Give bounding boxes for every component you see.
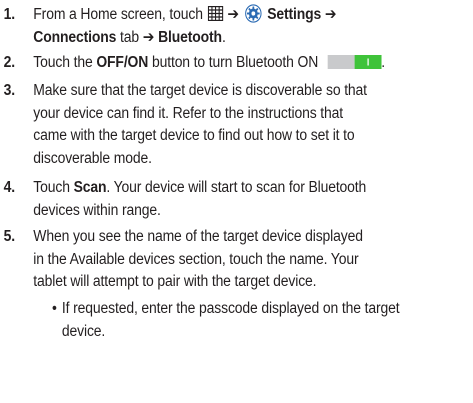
step-number: 3.: [3, 82, 16, 99]
step-line: Make sure that the target device is disc…: [33, 82, 367, 99]
step-line: Connections tab ➔ Bluetooth.: [33, 27, 459, 50]
tab-text: tab: [116, 28, 143, 46]
bullet-dot: •: [52, 300, 57, 317]
step-body: Touch the OFF/ON button to turn Bluetoot…: [33, 52, 459, 75]
apps-grid-icon: [207, 6, 223, 21]
step-text: Touch: [33, 179, 74, 196]
step-line: devices within range.: [33, 201, 161, 219]
step-text: button to turn Bluetooth ON: [148, 54, 319, 71]
step-line: Touch the OFF/ON button to turn Bluetoot…: [33, 52, 459, 75]
step-number: 5.: [3, 228, 16, 245]
bullet-line: device.: [61, 322, 106, 340]
step-line: your device can find it. Refer to the in…: [33, 104, 344, 122]
step-text: From a Home screen, touch: [33, 6, 203, 23]
bluetooth-label: Bluetooth: [154, 28, 222, 46]
settings-label: Settings ➔: [267, 6, 337, 23]
step-line: Touch Scan. Your device will start to sc…: [33, 177, 459, 200]
step-body: Make sure that the target device is disc…: [33, 80, 459, 170]
step-body: From a Home screen, touch ➔ Settings ➔ C…: [33, 4, 459, 49]
arrow: ➔: [227, 6, 239, 23]
step-line: From a Home screen, touch ➔ Settings ➔: [33, 4, 459, 27]
period: .: [381, 54, 386, 71]
step-line: When you see the name of the target devi…: [33, 228, 363, 245]
settings-gear-icon: [244, 4, 262, 23]
arrow: ➔: [142, 28, 155, 46]
scan-label: Scan: [73, 179, 107, 196]
step-number: 4.: [3, 179, 16, 196]
connections-label: Connections: [33, 28, 117, 46]
step-body: Touch Scan. Your device will start to sc…: [33, 177, 459, 222]
step-body: When you see the name of the target devi…: [33, 226, 459, 294]
step-text: Touch the: [33, 54, 97, 71]
period: .: [221, 28, 226, 46]
instructions-document: 1. From a Home screen, touch ➔ Settings …: [0, 0, 473, 403]
bullet-line: If requested, enter the passcode display…: [61, 300, 400, 317]
step-number: 2.: [3, 54, 16, 71]
step-number: 1.: [3, 6, 16, 23]
step-line: came with the target device to find out …: [33, 127, 355, 144]
step-line: discoverable mode.: [33, 149, 152, 167]
offon-label: OFF/ON: [96, 54, 149, 71]
toggle-on-icon: [327, 55, 382, 69]
bullet-body: If requested, enter the passcode display…: [62, 298, 473, 343]
step-line: tablet will attempt to pair with the tar…: [33, 273, 317, 290]
step-text: . Your device will start to scan for Blu…: [106, 179, 367, 196]
step-line: in the Available devices section, touch …: [33, 250, 359, 268]
